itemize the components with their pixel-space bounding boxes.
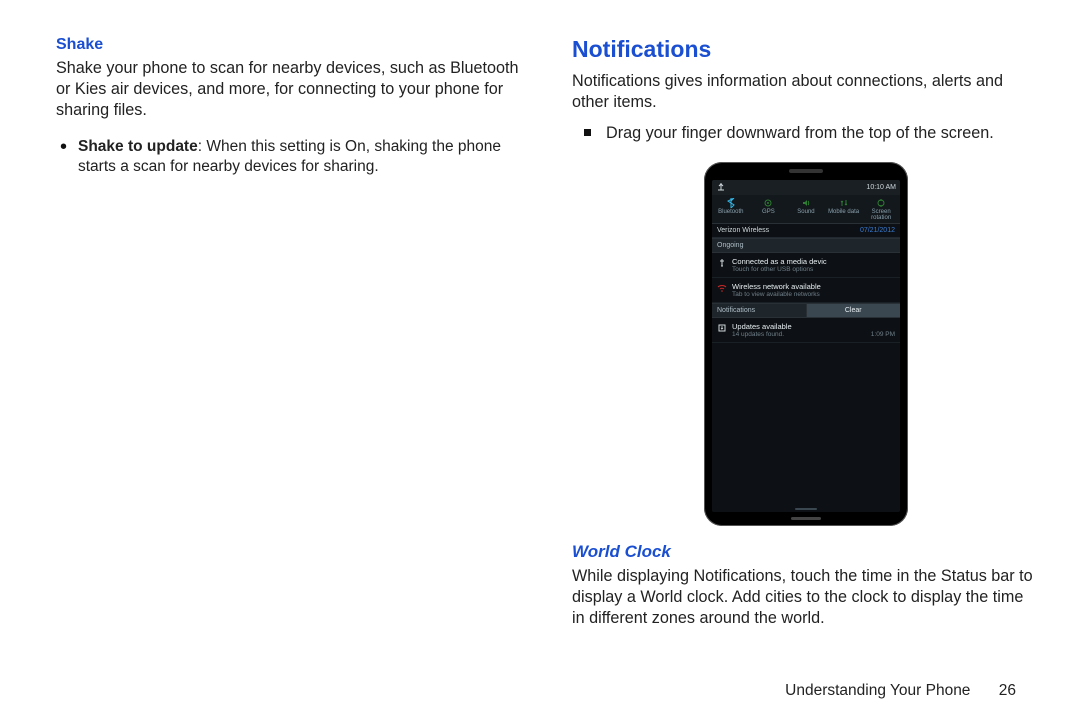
status-bar: 10:10 AM [712,180,900,195]
phone-screen: 10:10 AM Bluetooth GPS Sound Mobile data… [712,180,900,512]
screen-fill [712,343,900,506]
toggle-mobiledata-label: Mobile data [828,209,859,215]
usb-icon [717,258,727,268]
notifications-heading: Notifications [572,36,1040,63]
clear-button: Clear [806,303,901,318]
carrier-name: Verizon Wireless [717,227,769,234]
quick-toggles: Bluetooth GPS Sound Mobile data Screen r… [712,195,900,224]
toggle-mobiledata: Mobile data [825,195,863,223]
toggle-bluetooth-label: Bluetooth [718,209,743,215]
phone-figure: 10:10 AM Bluetooth GPS Sound Mobile data… [572,162,1040,526]
notif-usb: Connected as a media devic Touch for oth… [712,253,900,278]
drag-instruction: Drag your finger downward from the top o… [606,123,1040,144]
footer-section: Understanding Your Phone [785,682,970,699]
bluetooth-icon [726,198,736,208]
worldclock-heading: World Clock [572,542,1040,562]
notifications-paragraph: Notifications gives information about co… [572,71,1040,113]
toggle-gps: GPS [750,195,788,223]
shake-paragraph: Shake your phone to scan for nearby devi… [56,58,524,121]
toggle-sound: Sound [787,195,825,223]
notif-usb-sub: Touch for other USB options [732,266,895,273]
notif-usb-title: Connected as a media devic [732,257,895,266]
toggle-rotation-label: Screen rotation [871,209,891,221]
notif-updates-title: Updates available [732,322,895,331]
shake-update-bullet: Shake to update: When this setting is On… [78,137,524,177]
ongoing-header: Ongoing [712,238,900,253]
phone-speaker [789,169,823,173]
worldclock-paragraph: While displaying Notifications, touch th… [572,566,1040,629]
notif-updates-sub: 14 updates found. [732,331,784,338]
toggle-gps-label: GPS [762,209,775,215]
toggle-bluetooth: Bluetooth [712,195,750,223]
notif-wifi: Wireless network available Tab to view a… [712,278,900,303]
page-footer: Understanding Your Phone 26 [785,682,1016,700]
notif-updates-time: 1:09 PM [871,331,895,338]
carrier-date: 07/21/2012 [860,227,895,234]
pull-handle [712,506,900,512]
updates-icon [717,323,727,333]
gps-icon [763,198,773,208]
toggle-rotation: Screen rotation [862,195,900,223]
notif-updates: Updates available 14 updates found. 1:09… [712,318,900,343]
carrier-row: Verizon Wireless 07/21/2012 [712,224,900,238]
sound-icon [801,198,811,208]
phone-homebar [791,517,821,520]
footer-page: 26 [999,682,1016,700]
notif-header-label: Notifications [712,303,806,318]
rotation-icon [876,198,886,208]
phone-body: 10:10 AM Bluetooth GPS Sound Mobile data… [704,162,908,526]
shake-heading: Shake [56,36,524,54]
toggle-sound-label: Sound [797,209,814,215]
status-time: 10:10 AM [866,184,896,191]
shake-update-bold: Shake to update [78,138,198,155]
notif-header-row: Notifications Clear [712,303,900,318]
status-left-icons [716,182,726,193]
mobiledata-icon [839,198,849,208]
notif-wifi-title: Wireless network available [732,282,895,291]
wifi-icon [717,283,727,293]
usb-icon [716,183,726,193]
notif-wifi-sub: Tab to view available networks [732,291,895,298]
